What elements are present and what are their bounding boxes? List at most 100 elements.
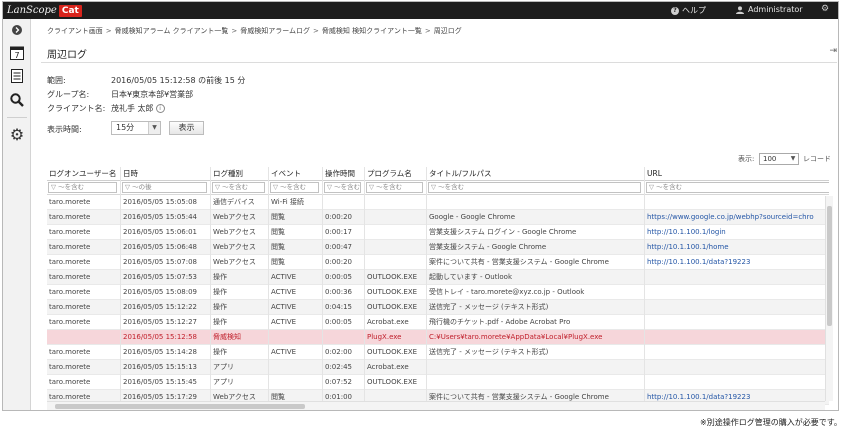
column-filter-input[interactable]: ▽ ～を含む [212, 182, 265, 193]
column-filter-input[interactable]: ▽ ～を含む [366, 182, 423, 193]
footnote: ※別途操作ログ管理の購入が必要です。 [700, 418, 842, 427]
url-link[interactable]: https://www.google.co.jp/webhp?sourceid=… [645, 210, 829, 225]
column-header[interactable]: 操作時間 [323, 167, 363, 182]
table-cell: 2016/05/05 15:07:08 [123, 258, 198, 266]
breadcrumb-item[interactable]: 脅威検知 検知クライアント一覧 [322, 27, 422, 35]
url-link[interactable] [645, 285, 829, 300]
url-link[interactable] [645, 270, 829, 285]
url-link[interactable] [645, 315, 829, 330]
table-row[interactable]: taro.morete 2016/05/05 15:05:44 Webアクセス 閲覧 0… [47, 210, 829, 225]
table-cell [427, 195, 643, 210]
breadcrumb-item[interactable]: 脅威検知アラーム クライアント一覧 [115, 27, 229, 35]
table-cell: taro.morete [49, 198, 91, 206]
records-per-page-value: 100 [763, 155, 777, 163]
url-link[interactable] [645, 345, 829, 360]
table-cell: taro.morete [49, 318, 91, 326]
column-header[interactable]: プログラム名 [365, 167, 425, 182]
column-header[interactable]: URL [645, 167, 829, 182]
table-row[interactable]: taro.morete 2016/05/05 15:12:22 操作 ACTIVE 0:… [47, 300, 829, 315]
column-divider [364, 167, 365, 410]
table-cell: ACTIVE [271, 288, 297, 296]
column-filter-input[interactable]: ▽ ～を含む [270, 182, 319, 193]
url-link[interactable] [645, 330, 829, 345]
table-cell: 操作 [213, 318, 227, 326]
table-cell: 閲覧 [271, 258, 285, 266]
table-row[interactable]: taro.morete 2016/05/05 15:12:27 操作 ACTIVE 0:… [47, 315, 829, 330]
info-icon[interactable]: i [155, 104, 165, 113]
table-cell: taro.morete [49, 303, 91, 311]
collapse-toggle-icon[interactable] [10, 23, 24, 37]
table-cell: 0:04:15 [325, 303, 352, 311]
table-row[interactable]: taro.morete 2016/05/05 15:07:08 Webアクセス 閲覧 0… [47, 255, 829, 270]
url-link[interactable] [645, 375, 829, 390]
table-cell: 送信完了 - メッセージ (テキスト形式) [429, 303, 549, 311]
help-link[interactable]: ? ヘルプ [671, 5, 706, 16]
user-menu[interactable]: Administrator [736, 5, 803, 14]
url-link[interactable] [645, 195, 829, 210]
display-time-label: 表示時間: [47, 125, 82, 134]
table-cell: 2016/05/05 15:05:44 [123, 213, 198, 221]
document-icon[interactable] [10, 69, 24, 83]
settings-icon[interactable]: ⚙ [821, 4, 829, 14]
table-cell: Webアクセス [213, 228, 256, 236]
url-link[interactable] [645, 300, 829, 315]
table-row[interactable]: taro.morete 2016/05/05 15:06:01 Webアクセス 閲覧 0… [47, 225, 829, 240]
url-link[interactable]: http://10.1.100.1/data?19223 [645, 255, 829, 270]
table-row-alert[interactable]: 2016/05/05 15:12:58 脅威検知 PlugX.exe C:¥Users… [47, 330, 829, 345]
column-divider [322, 167, 323, 410]
table-row[interactable]: taro.morete 2016/05/05 15:06:48 Webアクセス 閲覧 0… [47, 240, 829, 255]
column-filter-input[interactable]: ▽ ～を含む [48, 182, 117, 193]
column-divider [210, 167, 211, 410]
breadcrumb-item[interactable]: クライアント画面 [47, 27, 103, 35]
scroll-thumb[interactable] [55, 404, 305, 409]
display-time-select[interactable]: 15分 ▼ [111, 121, 161, 135]
column-filter-input[interactable]: ▽ ～を含む [324, 182, 361, 193]
vertical-scrollbar[interactable] [825, 196, 833, 401]
url-link[interactable]: http://10.1.100.1/login [645, 225, 829, 240]
table-cell: taro.morete [49, 288, 91, 296]
table-cell: 通信デバイス [213, 198, 255, 206]
table-cell: Webアクセス [213, 213, 256, 221]
chevron-down-icon: ▼ [790, 155, 796, 162]
scroll-thumb[interactable] [827, 206, 832, 326]
column-header[interactable]: イベント [269, 167, 321, 182]
horizontal-scrollbar[interactable] [47, 401, 825, 410]
table-cell [365, 240, 425, 255]
table-cell [427, 375, 643, 390]
url-link[interactable]: http://10.1.100.1/home [645, 240, 829, 255]
table-row[interactable]: taro.morete 2016/05/05 15:05:08 通信デバイス Wi-F… [47, 195, 829, 210]
url-link[interactable] [645, 360, 829, 375]
table-row[interactable]: taro.morete 2016/05/05 15:15:45 アプリ 0:07:52… [47, 375, 829, 390]
column-filter-input[interactable]: ▽ ～を含む [646, 182, 829, 193]
records-per-page-select[interactable]: 100 ▼ [759, 153, 799, 165]
table-row[interactable]: taro.morete 2016/05/05 15:14:28 操作 ACTIVE 0:… [47, 345, 829, 360]
column-header[interactable]: タイトル/フルパス [427, 167, 643, 182]
column-filter-input[interactable]: ▽ ～の後 [122, 182, 207, 193]
table-filter-row: ▽ ～を含む ▽ ～の後 ▽ ～を含む ▽ ～を含む ▽ ～を含む ▽ ～を含む ▽ ～を含… [47, 181, 829, 195]
column-filter-input[interactable]: ▽ ～を含む [428, 182, 641, 193]
search-icon[interactable] [10, 93, 24, 107]
table-cell: taro.morete [49, 258, 91, 266]
table-cell: 飛行機のチケット.pdf - Adobe Acrobat Pro [429, 318, 571, 326]
show-button[interactable]: 表示 [169, 121, 204, 135]
calendar-icon[interactable]: 7 [10, 45, 24, 60]
gear-icon[interactable]: ⚙ [10, 125, 24, 144]
table-cell: ACTIVE [271, 348, 297, 356]
exit-icon[interactable]: ⇥ [829, 46, 837, 56]
table-cell: 2016/05/05 15:06:48 [123, 243, 198, 251]
column-header[interactable]: ログ種別 [211, 167, 267, 182]
column-header[interactable]: 日時 [121, 167, 209, 182]
app-logo[interactable]: LanScope Cat [7, 3, 82, 18]
table-cell: taro.morete [49, 273, 91, 281]
table-cell: OUTLOOK.EXE [367, 273, 418, 281]
table-cell: OUTLOOK.EXE [367, 348, 418, 356]
column-header[interactable]: ログオンユーザー名 [47, 167, 119, 182]
breadcrumb-item[interactable]: 脅威検知アラームログ [240, 27, 310, 35]
table-cell: taro.morete [49, 243, 91, 251]
app-window: LanScope Cat ? ヘルプ Administrator ⚙ 7 ⚙ ク… [2, 1, 839, 411]
table-cell: 2016/05/05 15:07:53 [123, 273, 198, 281]
table-cell: Acrobat.exe [367, 363, 409, 371]
table-row[interactable]: taro.morete 2016/05/05 15:08:09 操作 ACTIVE 0:… [47, 285, 829, 300]
table-row[interactable]: taro.morete 2016/05/05 15:15:13 アプリ 0:02:45… [47, 360, 829, 375]
table-row[interactable]: taro.morete 2016/05/05 15:07:53 操作 ACTIVE 0:… [47, 270, 829, 285]
